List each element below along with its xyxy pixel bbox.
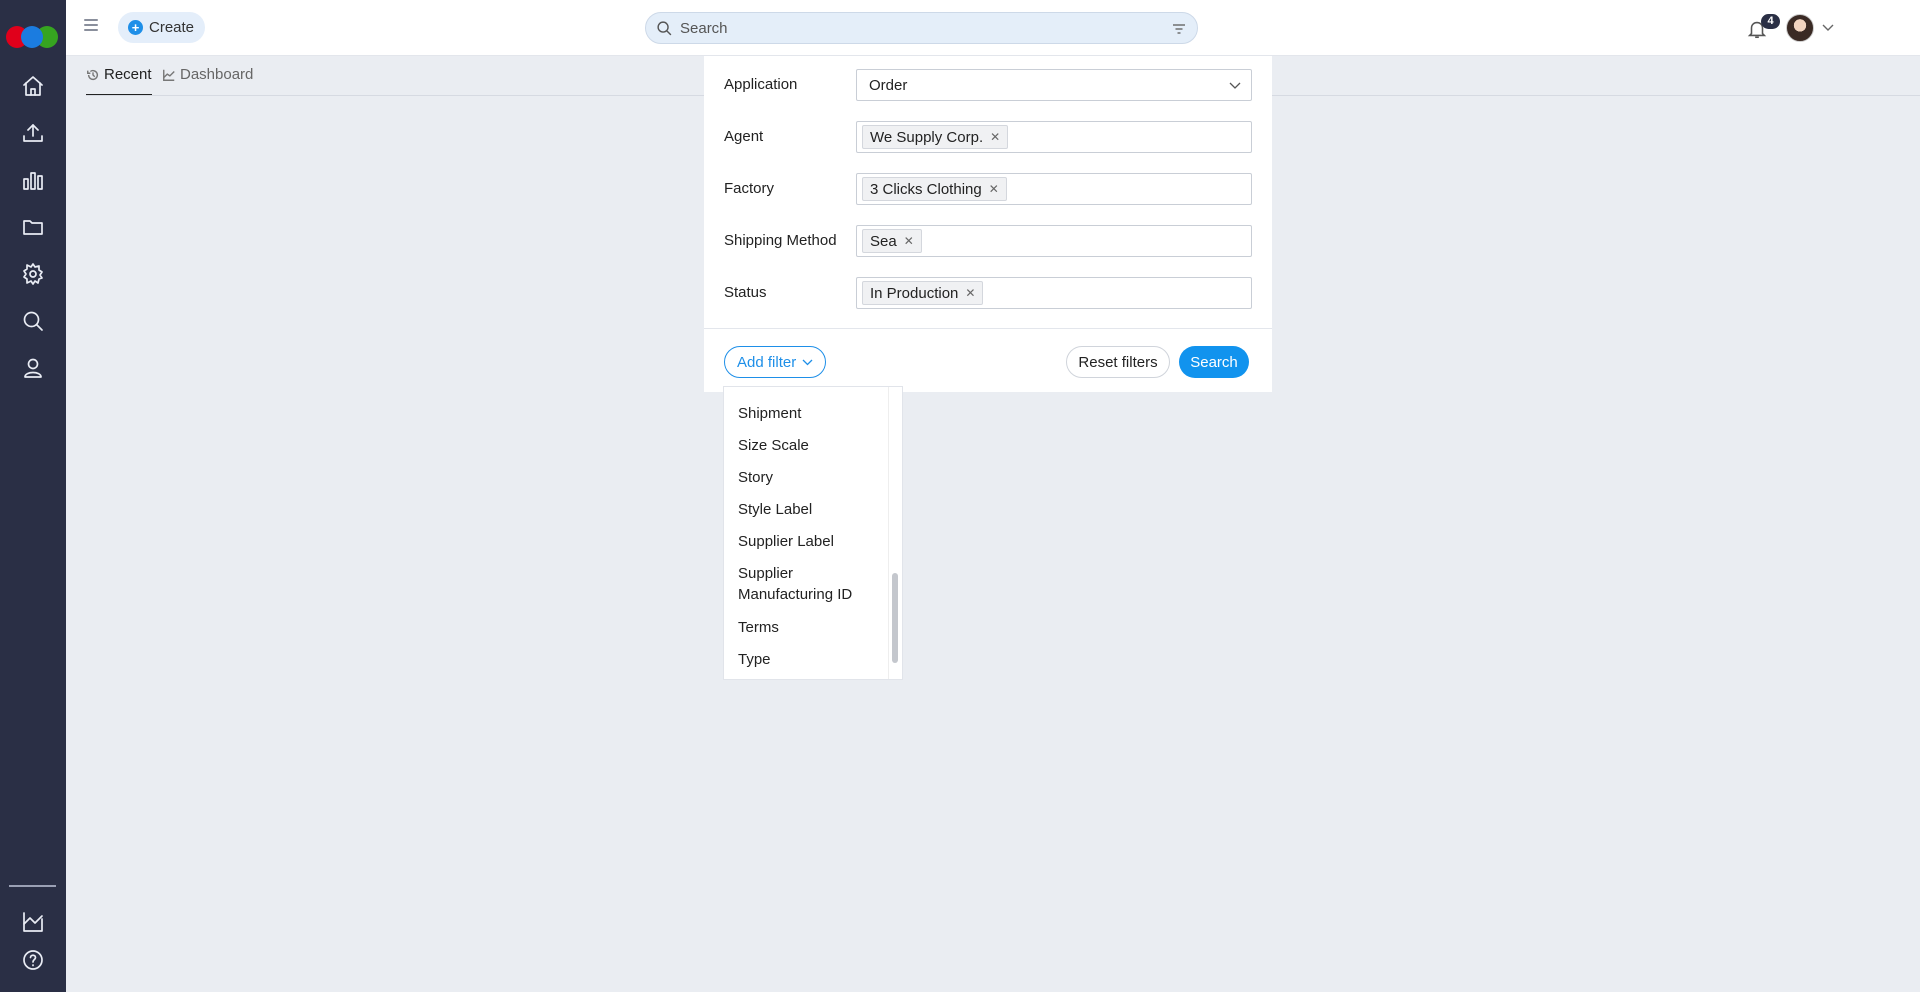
filter-tag: Sea ✕ bbox=[862, 229, 922, 253]
app-logo[interactable] bbox=[6, 26, 58, 48]
bar-chart-icon[interactable] bbox=[19, 166, 47, 194]
analytics-icon[interactable] bbox=[19, 908, 47, 936]
dropdown-item-shipment[interactable]: Shipment bbox=[738, 403, 878, 424]
tab-dashboard[interactable]: Dashboard bbox=[162, 66, 253, 96]
search-icon[interactable] bbox=[19, 307, 47, 335]
filter-panel: Application Order Agent We Supply Corp. ✕… bbox=[704, 56, 1272, 392]
dropdown-scrollbar-thumb[interactable] bbox=[892, 573, 898, 663]
agent-field[interactable]: We Supply Corp. ✕ bbox=[856, 121, 1252, 153]
factory-field[interactable]: 3 Clicks Clothing ✕ bbox=[856, 173, 1252, 205]
tag-label: Sea bbox=[870, 232, 897, 250]
tag-label: 3 Clicks Clothing bbox=[870, 180, 982, 198]
avatar[interactable] bbox=[1786, 14, 1814, 42]
filter-tag: We Supply Corp. ✕ bbox=[862, 125, 1009, 149]
folder-icon[interactable] bbox=[19, 213, 47, 241]
filter-label: Application bbox=[724, 76, 798, 93]
menu-icon[interactable] bbox=[84, 19, 98, 31]
create-label: Create bbox=[149, 19, 195, 36]
search-icon bbox=[657, 21, 672, 36]
search-placeholder: Search bbox=[680, 19, 728, 37]
dropdown-item-size-scale[interactable]: Size Scale bbox=[738, 435, 878, 456]
notification-badge: 4 bbox=[1761, 14, 1780, 29]
dropdown-item-story[interactable]: Story bbox=[738, 467, 878, 488]
application-value: Order bbox=[869, 76, 908, 94]
help-icon[interactable] bbox=[19, 946, 47, 974]
dropdown-item-type[interactable]: Type bbox=[738, 649, 878, 670]
tab-recent[interactable]: Recent bbox=[86, 66, 152, 96]
close-icon[interactable]: ✕ bbox=[989, 182, 999, 196]
filter-row-status: Status In Production ✕ bbox=[724, 277, 1252, 309]
filter-label: Shipping Method bbox=[724, 232, 837, 249]
search-button[interactable]: Search bbox=[1179, 346, 1249, 378]
close-icon[interactable]: ✕ bbox=[965, 286, 975, 300]
chevron-down-icon bbox=[802, 359, 813, 366]
gear-icon[interactable] bbox=[19, 260, 47, 288]
tag-label: In Production bbox=[870, 284, 959, 302]
status-field[interactable]: In Production ✕ bbox=[856, 277, 1252, 309]
filter-row-factory: Factory 3 Clicks Clothing ✕ bbox=[724, 173, 1252, 205]
create-button[interactable]: + Create bbox=[118, 12, 205, 43]
filter-icon[interactable] bbox=[1171, 21, 1187, 37]
dropdown-item-supplier-label[interactable]: Supplier Label bbox=[738, 531, 878, 552]
line-chart-icon bbox=[163, 69, 175, 81]
dropdown-item-terms[interactable]: Terms bbox=[738, 617, 878, 638]
filter-label: Status bbox=[724, 284, 767, 301]
filter-label: Factory bbox=[724, 180, 775, 197]
filter-row-application: Application Order bbox=[724, 69, 1252, 101]
close-icon[interactable]: ✕ bbox=[904, 234, 914, 248]
dropdown-item-style-label[interactable]: Style Label bbox=[738, 499, 878, 520]
home-icon[interactable] bbox=[19, 72, 47, 100]
add-filter-dropdown: Shipment Size Scale Story Style Label Su… bbox=[723, 386, 903, 680]
add-filter-button[interactable]: Add filter bbox=[724, 346, 826, 378]
tab-label: Dashboard bbox=[180, 66, 254, 83]
shipping-method-field[interactable]: Sea ✕ bbox=[856, 225, 1252, 257]
history-icon bbox=[87, 69, 99, 81]
filter-row-agent: Agent We Supply Corp. ✕ bbox=[724, 121, 1252, 153]
dropdown-item-supplier-manufacturing-id[interactable]: Supplier Manufacturing ID bbox=[738, 563, 866, 605]
user-icon[interactable] bbox=[19, 354, 47, 382]
add-filter-label: Add filter bbox=[737, 353, 797, 371]
tab-label: Recent bbox=[104, 66, 152, 83]
sidebar-divider bbox=[9, 885, 56, 887]
sidebar bbox=[0, 0, 66, 992]
chevron-down-icon[interactable] bbox=[1822, 22, 1834, 32]
filter-tag: 3 Clicks Clothing ✕ bbox=[862, 177, 1007, 201]
filter-row-shipping-method: Shipping Method Sea ✕ bbox=[724, 225, 1252, 257]
reset-filters-button[interactable]: Reset filters bbox=[1066, 346, 1170, 378]
dropdown-list: Shipment Size Scale Story Style Label Su… bbox=[724, 387, 889, 679]
application-select[interactable]: Order bbox=[856, 69, 1252, 101]
chevron-down-icon bbox=[1229, 82, 1241, 89]
close-icon[interactable]: ✕ bbox=[990, 130, 1000, 144]
upload-icon[interactable] bbox=[19, 119, 47, 147]
global-search-input[interactable]: Search bbox=[645, 12, 1198, 44]
panel-divider bbox=[704, 328, 1272, 329]
filter-label: Agent bbox=[724, 128, 764, 145]
plus-icon: + bbox=[128, 20, 143, 35]
filter-tag: In Production ✕ bbox=[862, 281, 984, 305]
tag-label: We Supply Corp. bbox=[870, 128, 984, 146]
